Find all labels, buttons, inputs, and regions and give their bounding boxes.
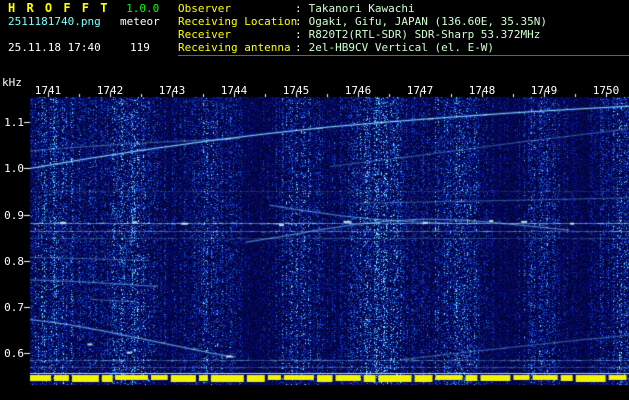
info-label: Receiving antenna	[178, 41, 295, 54]
info-label: Observer	[178, 2, 295, 15]
app-version: 1.0.0	[126, 2, 159, 15]
hrofft-window: H R O F F T 1.0.0 2511181740.png meteor …	[0, 0, 629, 400]
info-underline	[178, 55, 629, 56]
info-separator: :	[295, 41, 302, 54]
header-left: H R O F F T 1.0.0 2511181740.png meteor …	[8, 2, 178, 54]
header-spacer-row	[8, 28, 178, 41]
echo-count: 119	[130, 41, 150, 54]
info-separator: :	[295, 15, 302, 28]
spectrogram-canvas	[0, 85, 629, 400]
info-separator: :	[295, 28, 302, 41]
info-label: Receiver	[178, 28, 295, 41]
info-row-receiver: Receiver : R820T2(RTL-SDR) SDR-Sharp 53.…	[178, 28, 629, 41]
mode-label: meteor	[120, 15, 160, 28]
info-value: Takanori Kawachi	[309, 2, 415, 15]
info-value: 2el-HB9CV Vertical (el. E-W)	[309, 41, 494, 54]
info-separator: :	[295, 2, 302, 15]
info-row-observer: Observer : Takanori Kawachi	[178, 2, 629, 15]
info-value: Ogaki, Gifu, JAPAN (136.60E, 35.35N)	[309, 15, 547, 28]
info-label: Receiving Location	[178, 15, 295, 28]
info-row-antenna: Receiving antenna : 2el-HB9CV Vertical (…	[178, 41, 629, 54]
station-info: Observer : Takanori Kawachi Receiving Lo…	[178, 2, 629, 54]
info-value: R820T2(RTL-SDR) SDR-Sharp 53.372MHz	[309, 28, 541, 41]
info-row-location: Receiving Location : Ogaki, Gifu, JAPAN …	[178, 15, 629, 28]
